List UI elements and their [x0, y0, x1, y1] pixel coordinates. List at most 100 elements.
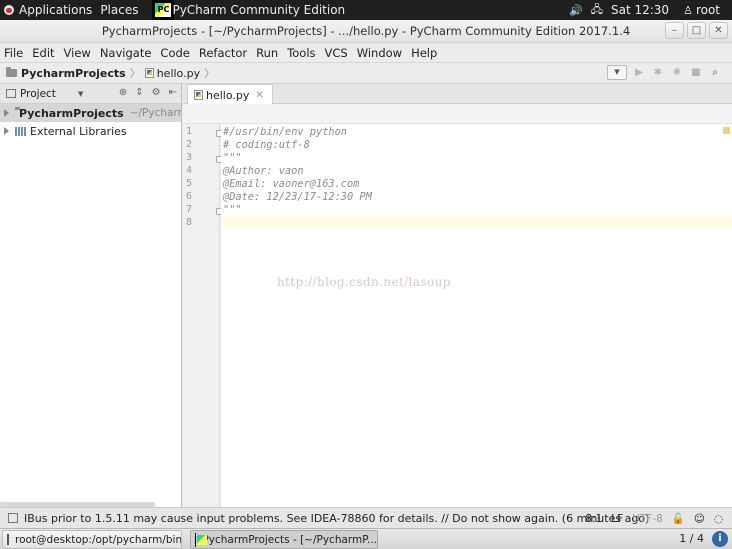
- hide-panel-icon[interactable]: ⇤: [169, 87, 177, 98]
- line-number: 5: [186, 178, 193, 189]
- tool-windows-icon[interactable]: [8, 513, 18, 523]
- expand-arrow-icon[interactable]: [4, 109, 9, 117]
- taskbar-label: root@desktop:/opt/pycharm/bin: [15, 533, 182, 546]
- status-bar: IBus prior to 1.5.11 may cause input pro…: [0, 507, 732, 528]
- line-number-gutter: 1 2 3 4 5 6 7 8: [183, 124, 223, 507]
- menu-navigate[interactable]: Navigate: [100, 46, 152, 60]
- breadcrumb-separator: 〉: [129, 67, 141, 80]
- status-message[interactable]: IBus prior to 1.5.11 may cause input pro…: [24, 512, 649, 525]
- folder-icon: [6, 67, 17, 77]
- close-button[interactable]: ✕: [709, 22, 728, 39]
- taskbar-label: PycharmProjects - [~/PycharmP...: [202, 533, 377, 546]
- menu-help[interactable]: Help: [411, 46, 437, 60]
- menu-bar: File Edit View Navigate Code Refactor Ru…: [0, 43, 732, 62]
- minimize-button[interactable]: –: [665, 22, 684, 39]
- line-number: 2: [186, 139, 193, 150]
- tree-item-label: External Libraries: [30, 124, 127, 138]
- watermark-text: http://blog.csdn.net/lasoup: [277, 275, 451, 289]
- breadcrumb-separator: 〉: [204, 67, 216, 80]
- project-panel-header: Project ▼ ⊕ ⇕ ⚙ ⇤: [0, 84, 182, 104]
- navigation-bar: PycharmProjects 〉 hello.py 〉 ▼ ▶ ✱ ✺ ■ ⌕: [0, 62, 732, 84]
- tree-item-label: PycharmProjects: [19, 106, 124, 120]
- project-view-icon: [6, 89, 16, 98]
- line-number: 4: [186, 165, 193, 176]
- menu-code[interactable]: Code: [160, 46, 189, 60]
- code-line: """: [223, 204, 242, 216]
- menu-edit[interactable]: Edit: [32, 46, 54, 60]
- info-icon[interactable]: i: [712, 531, 728, 547]
- python-file-icon: [144, 68, 154, 78]
- python-file-icon: [194, 90, 203, 100]
- file-encoding[interactable]: UTF-8: [632, 513, 663, 525]
- taskbar: root@desktop:/opt/pycharm/bin PycharmPro…: [0, 528, 732, 549]
- tab-hello-py[interactable]: hello.py ✕: [187, 84, 273, 105]
- menu-window[interactable]: Window: [357, 46, 402, 60]
- volume-icon[interactable]: 🔊: [569, 4, 583, 17]
- caret-position[interactable]: 8:1: [585, 513, 602, 525]
- inspection-marker[interactable]: [723, 127, 730, 134]
- pycharm-icon: [195, 532, 213, 547]
- line-separator[interactable]: LF: [611, 513, 623, 525]
- menu-vcs[interactable]: VCS: [325, 46, 348, 60]
- pycharm-app-icon: PC: [152, 0, 175, 20]
- user-icon: ♙: [683, 3, 693, 17]
- maximize-button[interactable]: □: [687, 22, 706, 39]
- expand-arrow-icon[interactable]: [4, 127, 9, 135]
- editor-tab-bar: hello.py ✕: [183, 84, 732, 105]
- run-icon[interactable]: ▶: [633, 67, 645, 79]
- line-number: 6: [186, 191, 193, 202]
- stop-icon[interactable]: ■: [690, 67, 702, 79]
- clock[interactable]: Sat 12:30: [611, 3, 669, 17]
- close-tab-icon[interactable]: ✕: [255, 90, 263, 101]
- tree-item-external-libraries[interactable]: External Libraries: [0, 122, 181, 140]
- taskbar-pycharm[interactable]: PycharmProjects - [~/PycharmP...: [190, 530, 378, 549]
- project-view-selector[interactable]: Project: [20, 88, 56, 100]
- code-line: """: [223, 152, 242, 164]
- places-menu[interactable]: Places: [100, 3, 146, 17]
- search-icon[interactable]: ⌕: [709, 67, 721, 79]
- line-number: 7: [186, 204, 193, 215]
- editor-breadcrumb-strip: [183, 104, 732, 124]
- menu-file[interactable]: File: [4, 46, 23, 60]
- menu-tools[interactable]: Tools: [287, 46, 315, 60]
- network-icon[interactable]: 🖧: [591, 1, 603, 20]
- code-line: # coding:utf-8: [223, 139, 310, 151]
- collapse-icon[interactable]: ⇕: [135, 87, 143, 98]
- line-number: 1: [186, 126, 193, 137]
- inspector-icon[interactable]: ☺: [694, 513, 705, 525]
- applications-label: Applications: [19, 3, 93, 17]
- active-app-label[interactable]: PyCharm Community Edition: [172, 3, 353, 17]
- lock-icon[interactable]: 🔓: [672, 512, 685, 525]
- applications-menu[interactable]: Applications: [0, 3, 100, 17]
- code-editor[interactable]: #/usr/bin/env python # coding:utf-8 """ …: [221, 124, 732, 507]
- run-config-dropdown[interactable]: ▼: [607, 65, 627, 80]
- nav-file[interactable]: hello.py: [157, 67, 200, 80]
- terminal-icon: [7, 534, 15, 545]
- tree-item-path: ~/PycharmPr: [129, 107, 181, 119]
- code-line: #/usr/bin/env python: [223, 126, 347, 138]
- chevron-down-icon[interactable]: ▼: [78, 90, 83, 98]
- sync-icon[interactable]: ⊕: [119, 87, 127, 98]
- debug-icon[interactable]: ✱: [652, 67, 664, 79]
- gnome-top-bar: Applications Places PC PyCharm Community…: [0, 0, 732, 20]
- menu-run[interactable]: Run: [256, 46, 278, 60]
- tab-label: hello.py: [206, 88, 250, 102]
- library-icon: [15, 126, 26, 136]
- code-line: @Email: vaoner@163.com: [223, 178, 360, 190]
- current-line-highlight: [221, 216, 732, 229]
- menu-refactor[interactable]: Refactor: [199, 46, 247, 60]
- taskbar-terminal[interactable]: root@desktop:/opt/pycharm/bin: [2, 530, 182, 549]
- line-number: 8: [186, 217, 193, 228]
- gnome-foot-icon: [4, 5, 14, 15]
- user-menu[interactable]: root: [696, 3, 720, 17]
- coverage-icon[interactable]: ✺: [671, 67, 683, 79]
- code-line: @Date: 12/23/17-12:30 PM: [223, 191, 372, 203]
- menu-view[interactable]: View: [64, 46, 91, 60]
- event-log-icon[interactable]: ◌: [714, 513, 723, 525]
- workspace-pager[interactable]: 1 / 4: [679, 532, 704, 545]
- nav-project[interactable]: PycharmProjects: [21, 67, 126, 80]
- tree-item-project-root[interactable]: PycharmProjects ~/PycharmPr: [0, 104, 181, 122]
- gear-icon[interactable]: ⚙: [152, 87, 161, 98]
- code-line: @Author: vaon: [223, 165, 304, 177]
- line-number: 3: [186, 152, 193, 163]
